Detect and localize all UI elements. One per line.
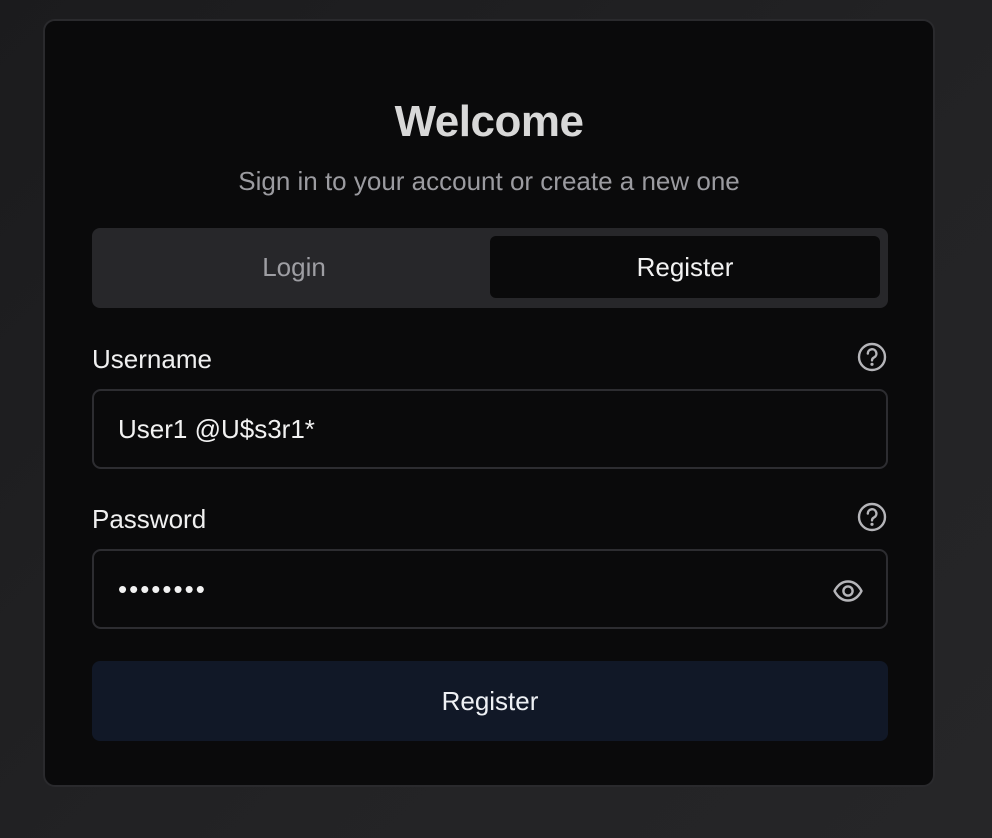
auth-card: Welcome Sign in to your account or creat… (43, 19, 935, 787)
password-help-icon[interactable] (857, 502, 887, 532)
tab-register[interactable]: Register (490, 236, 880, 298)
auth-tabs: Login Register (92, 228, 888, 308)
page-title: Welcome (394, 97, 584, 146)
password-input[interactable]: •••••••• (118, 574, 207, 605)
username-input[interactable] (118, 413, 798, 445)
username-field[interactable] (92, 389, 888, 469)
username-label: Username (92, 344, 212, 374)
username-help-icon[interactable] (857, 342, 887, 372)
page-subtitle: Sign in to your account or create a new … (238, 166, 740, 196)
eye-icon[interactable] (832, 575, 864, 607)
register-button[interactable]: Register (92, 661, 888, 741)
tab-login[interactable]: Login (100, 236, 488, 298)
password-field[interactable]: •••••••• (92, 549, 888, 629)
password-label: Password (92, 504, 207, 534)
